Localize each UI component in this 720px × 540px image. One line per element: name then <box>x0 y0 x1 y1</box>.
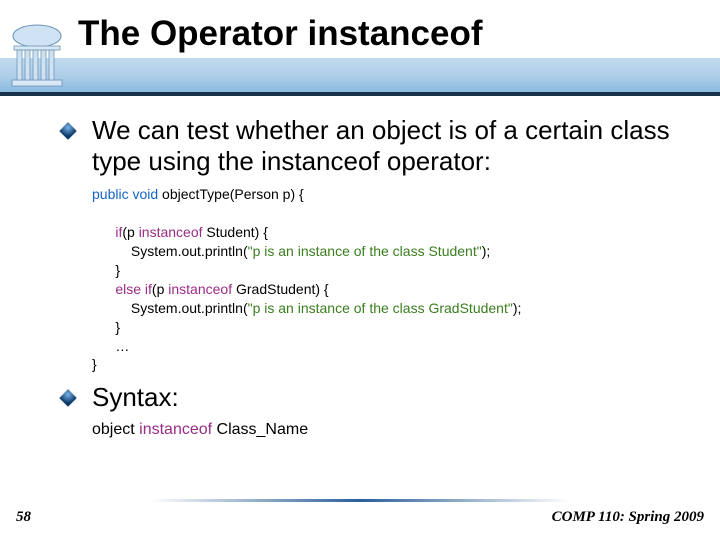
code-text: GradStudent) { <box>232 281 329 297</box>
code-string: "p is an instance of the class Student" <box>248 243 482 259</box>
code-text: ); <box>482 243 491 259</box>
slide-body: We can test whether an object is of a ce… <box>60 115 680 439</box>
code-text: ); <box>513 300 522 316</box>
bullet-item: Syntax: <box>60 382 680 413</box>
slide: The Operator instanceof We can test whet… <box>0 0 720 540</box>
code-text: (p <box>122 224 138 240</box>
footer-divider <box>150 499 570 502</box>
code-text: } <box>92 356 97 372</box>
code-text: (p <box>152 281 168 297</box>
course-label: COMP 110: Spring 2009 <box>552 509 704 526</box>
slide-footer: 58 COMP 110: Spring 2009 <box>0 500 720 530</box>
header-band <box>0 58 720 96</box>
bullet-icon <box>60 123 77 140</box>
code-text: objectType(Person p) { <box>162 186 304 202</box>
syntax-line: object instanceof Class_Name <box>92 421 680 439</box>
code-keyword: else if <box>115 281 152 297</box>
code-keyword: instanceof <box>168 281 232 297</box>
university-logo-icon <box>8 22 66 90</box>
syntax-keyword: instanceof <box>139 421 212 438</box>
syntax-text: Class_Name <box>212 421 308 438</box>
bullet-text: We can test whether an object is of a ce… <box>92 115 680 177</box>
code-text: … <box>115 338 129 354</box>
slide-title: The Operator instanceof <box>78 14 483 54</box>
code-text: System.out.println( <box>131 300 248 316</box>
code-text: } <box>115 262 120 278</box>
code-keyword: instanceof <box>139 224 203 240</box>
syntax-text: object <box>92 421 139 438</box>
code-text: System.out.println( <box>131 243 248 259</box>
page-number: 58 <box>16 509 31 526</box>
code-string: "p is an instance of the class GradStude… <box>248 300 513 316</box>
slide-header: The Operator instanceof <box>0 0 720 100</box>
code-text: } <box>115 319 120 335</box>
bullet-text: Syntax: <box>92 382 680 413</box>
code-keyword: public void <box>92 186 162 202</box>
bullet-icon <box>60 390 77 407</box>
code-text: Student) { <box>203 224 268 240</box>
code-block: public void objectType(Person p) { if(p … <box>92 185 680 374</box>
bullet-item: We can test whether an object is of a ce… <box>60 115 680 177</box>
